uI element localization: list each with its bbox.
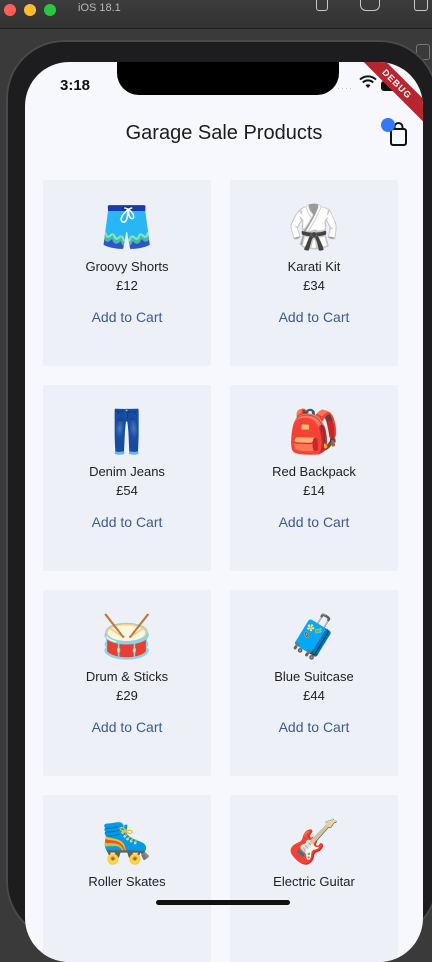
product-card[interactable]: 🛼 Roller Skates [43, 795, 211, 962]
guitar-icon: 🎸 [287, 818, 341, 865]
cellular-signal-icon: ···· [337, 83, 353, 93]
product-price: £54 [116, 483, 138, 498]
add-to-cart-button[interactable]: Add to Cart [230, 514, 398, 530]
roller-skate-icon: 🛼 [100, 818, 154, 865]
product-price: £14 [303, 483, 325, 498]
screenshot-icon[interactable] [360, 0, 380, 11]
suitcase-icon: 🧳 [287, 613, 341, 660]
product-name: Red Backpack [272, 464, 356, 479]
product-price: £44 [303, 688, 325, 703]
product-name: Groovy Shorts [85, 259, 169, 274]
add-to-cart-button[interactable]: Add to Cart [43, 309, 211, 325]
simulator-title-bar: iOS 18.1 [0, 0, 432, 29]
shorts-icon: 🩳 [100, 203, 154, 250]
product-card[interactable]: 🎒 Red Backpack £14 Add to Cart [230, 385, 398, 571]
dynamic-island-notch [117, 62, 339, 95]
product-card[interactable]: 🩳 Groovy Shorts £12 Add to Cart [43, 180, 211, 366]
iphone-device-frame: 3:18 ···· DEBUG Garage Sale Products 🩳 G… [6, 40, 432, 962]
martial-arts-uniform-icon: 🥋 [287, 203, 341, 250]
rotate-icon[interactable] [414, 0, 428, 11]
product-name: Karati Kit [287, 259, 341, 274]
cart-badge [381, 118, 395, 132]
add-to-cart-button[interactable]: Add to Cart [230, 719, 398, 735]
status-time: 3:18 [60, 77, 91, 94]
home-icon[interactable] [316, 0, 328, 11]
product-name: Roller Skates [88, 874, 166, 889]
product-card[interactable]: 🥋 Karati Kit £34 Add to Cart [230, 180, 398, 366]
add-to-cart-button[interactable]: Add to Cart [43, 514, 211, 530]
product-card[interactable]: 👖 Denim Jeans £54 Add to Cart [43, 385, 211, 571]
zoom-window-button[interactable] [44, 4, 56, 16]
product-name: Blue Suitcase [274, 669, 354, 684]
product-card[interactable]: 🥁 Drum & Sticks £29 Add to Cart [43, 590, 211, 776]
add-to-cart-button[interactable]: Add to Cart [230, 309, 398, 325]
product-price: £29 [116, 688, 138, 703]
wifi-icon [359, 75, 377, 88]
page-title: Garage Sale Products [125, 122, 323, 144]
minimize-window-button[interactable] [24, 4, 36, 16]
product-card[interactable]: 🎸 Electric Guitar [230, 795, 398, 962]
home-indicator[interactable] [156, 900, 290, 905]
jeans-icon: 👖 [100, 408, 154, 455]
simulator-os-label: iOS 18.1 [78, 2, 121, 14]
close-window-button[interactable] [4, 4, 16, 16]
product-name: Drum & Sticks [85, 669, 169, 684]
product-price: £12 [116, 278, 138, 293]
backpack-icon: 🎒 [287, 408, 341, 455]
device-screen: 3:18 ···· DEBUG Garage Sale Products 🩳 G… [25, 62, 423, 962]
product-price: £34 [303, 278, 325, 293]
product-name: Electric Guitar [273, 874, 355, 889]
drum-icon: 🥁 [100, 613, 154, 660]
product-card[interactable]: 🧳 Blue Suitcase £44 Add to Cart [230, 590, 398, 776]
add-to-cart-button[interactable]: Add to Cart [43, 719, 211, 735]
product-name: Denim Jeans [89, 464, 165, 479]
